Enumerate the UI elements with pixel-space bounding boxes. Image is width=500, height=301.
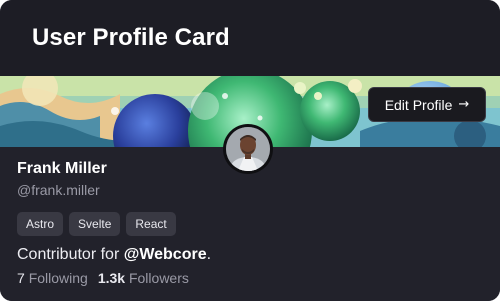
tag-list: Astro Svelte React	[17, 212, 176, 236]
avatar-image	[226, 127, 270, 171]
following-label: Following	[28, 270, 88, 286]
followers-stat[interactable]: 1.3k Followers	[98, 270, 189, 286]
card-header: User Profile Card	[0, 0, 500, 76]
contributor-line: Contributor for @Webcore.	[17, 246, 211, 264]
tag-item[interactable]: React	[126, 212, 176, 236]
following-stat[interactable]: 7 Following	[17, 270, 88, 286]
profile-card: User Profile Card Edit Profile → Frank M…	[0, 0, 500, 301]
organization-link[interactable]: @Webcore	[124, 246, 207, 263]
profile-handle: @frank.miller	[17, 182, 100, 198]
tag-item[interactable]: Astro	[17, 212, 64, 236]
follow-stats: 7 Following 1.3k Followers	[17, 270, 189, 286]
profile-name: Frank Miller	[17, 160, 107, 177]
following-count: 7	[17, 270, 25, 286]
avatar[interactable]	[223, 124, 273, 174]
followers-count: 1.3k	[97, 270, 126, 286]
tag-item[interactable]: Svelte	[69, 212, 121, 236]
arrow-right-icon: →	[458, 97, 470, 112]
edit-profile-button[interactable]: Edit Profile →	[368, 87, 486, 122]
page-title: User Profile Card	[32, 24, 230, 51]
followers-label: Followers	[128, 270, 189, 286]
edit-profile-label: Edit Profile	[384, 96, 453, 113]
contributor-suffix: .	[206, 246, 212, 263]
contributor-prefix: Contributor for	[17, 246, 124, 263]
